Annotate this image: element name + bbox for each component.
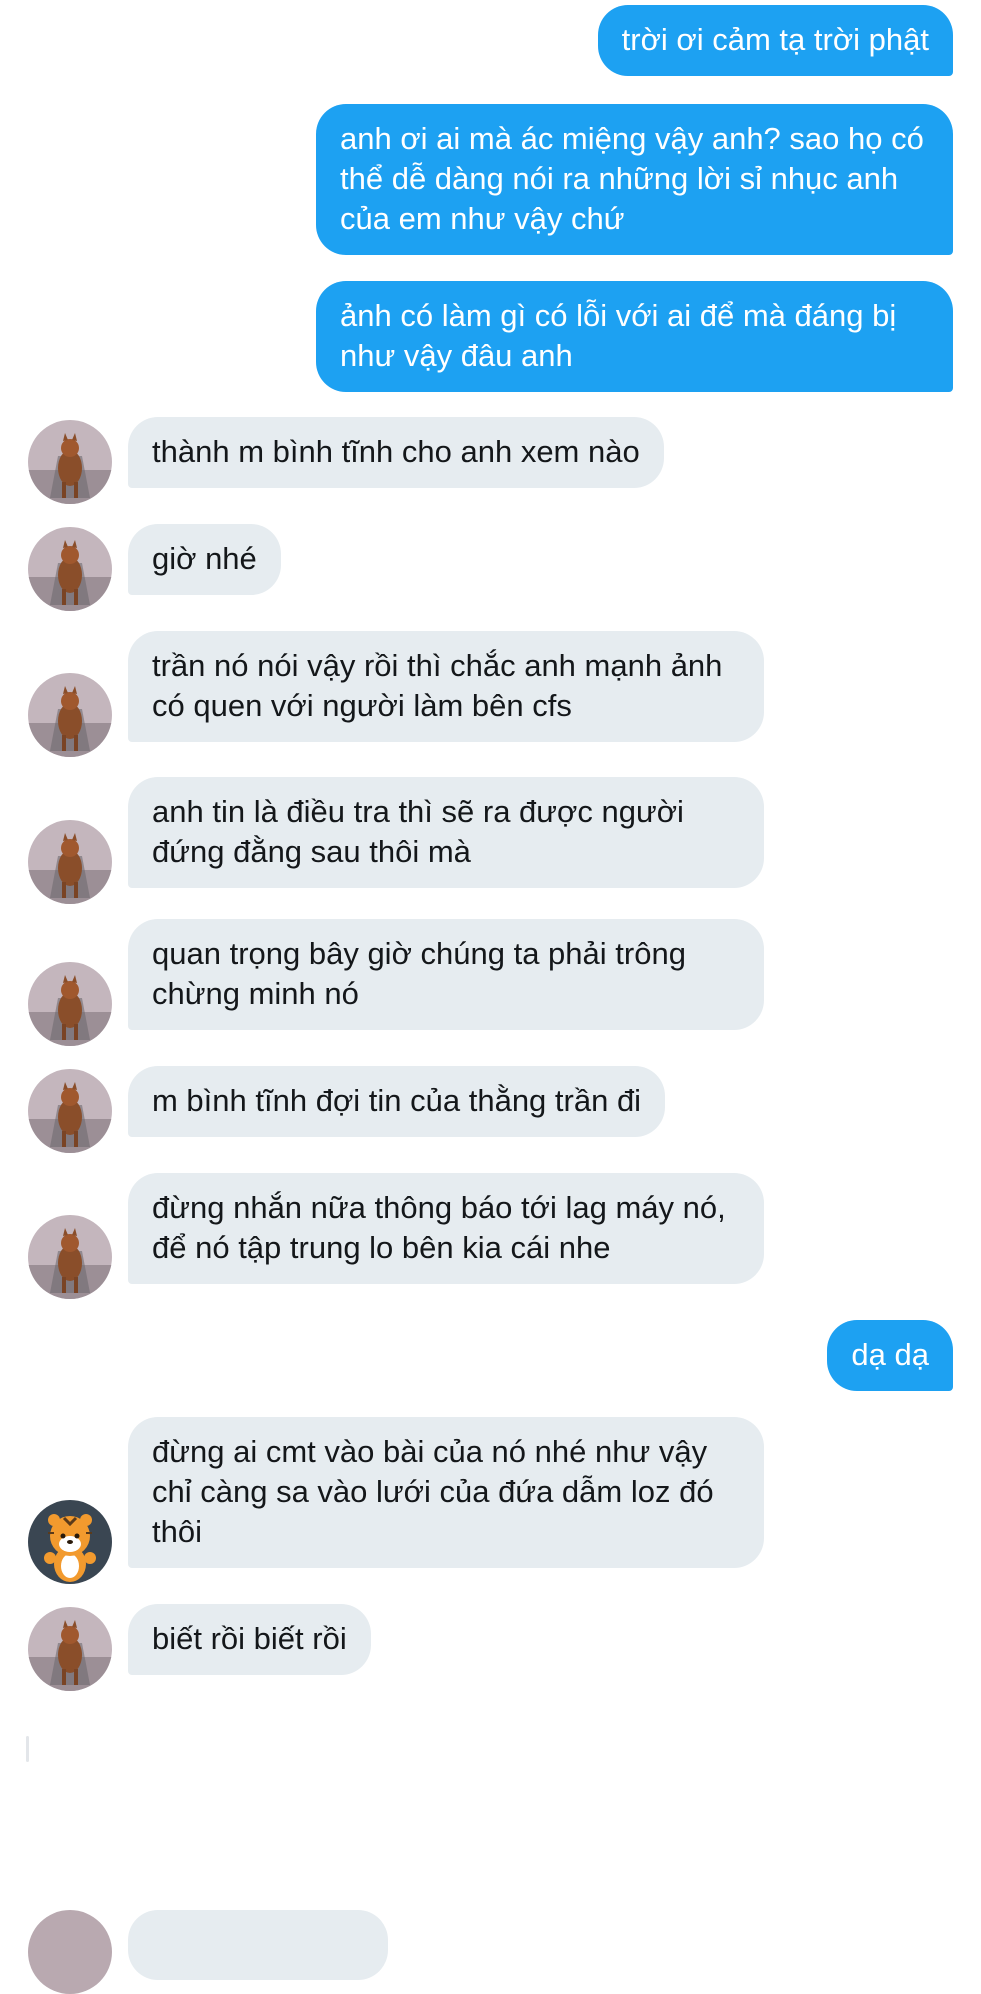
tiger-avatar-image <box>28 1500 112 1584</box>
cat-avatar[interactable] <box>28 527 112 611</box>
tiger-avatar[interactable] <box>28 1500 112 1584</box>
cat-avatar-partial[interactable] <box>28 1910 112 1994</box>
message-bubble-received[interactable]: đừng nhắn nữa thông báo tới lag máy nó, … <box>128 1173 764 1284</box>
message-bubble-received[interactable]: đừng ai cmt vào bài của nó nhé như vậy c… <box>128 1417 764 1568</box>
message-bubble-sent[interactable]: dạ dạ <box>827 1320 953 1391</box>
cat-avatar-image <box>28 673 112 757</box>
cat-avatar[interactable] <box>28 1069 112 1153</box>
cat-avatar[interactable] <box>28 962 112 1046</box>
cat-avatar-image <box>28 527 112 611</box>
cat-avatar[interactable] <box>28 673 112 757</box>
message-bubble-received[interactable]: anh tin là điều tra thì sẽ ra được người… <box>128 777 764 888</box>
cat-avatar[interactable] <box>28 820 112 904</box>
conversation-thread: trời ơi cảm tạ trời phật anh ơi ai mà ác… <box>0 0 981 1994</box>
message-bubble-received[interactable]: m bình tĩnh đợi tin của thằng trần đi <box>128 1066 666 1137</box>
cat-avatar[interactable] <box>28 1215 112 1299</box>
message-bubble-received[interactable]: giờ nhé <box>128 524 281 595</box>
scroll-indicator <box>26 1736 29 1762</box>
message-bubble-received[interactable]: biết rồi biết rồi <box>128 1604 371 1675</box>
message-bubble-received[interactable]: trần nó nói vậy rồi thì chắc anh mạnh ản… <box>128 631 764 742</box>
cat-avatar-image <box>28 962 112 1046</box>
cat-avatar[interactable] <box>28 1607 112 1691</box>
cat-avatar-image <box>28 1069 112 1153</box>
message-bubble-sent[interactable]: trời ơi cảm tạ trời phật <box>597 5 953 76</box>
message-bubble-received[interactable]: quan trọng bây giờ chúng ta phải trông c… <box>128 919 764 1030</box>
cat-avatar-image <box>28 820 112 904</box>
message-bubble-received-partial[interactable] <box>128 1910 388 1980</box>
cat-avatar-image <box>28 1607 112 1691</box>
message-bubble-sent[interactable]: ảnh có làm gì có lỗi với ai để mà đáng b… <box>316 281 953 392</box>
message-bubble-received[interactable]: thành m bình tĩnh cho anh xem nào <box>128 417 664 488</box>
message-bubble-sent[interactable]: anh ơi ai mà ác miệng vậy anh? sao họ có… <box>316 104 953 255</box>
cat-avatar[interactable] <box>28 420 112 504</box>
cat-avatar-image <box>28 420 112 504</box>
cat-avatar-image <box>28 1215 112 1299</box>
